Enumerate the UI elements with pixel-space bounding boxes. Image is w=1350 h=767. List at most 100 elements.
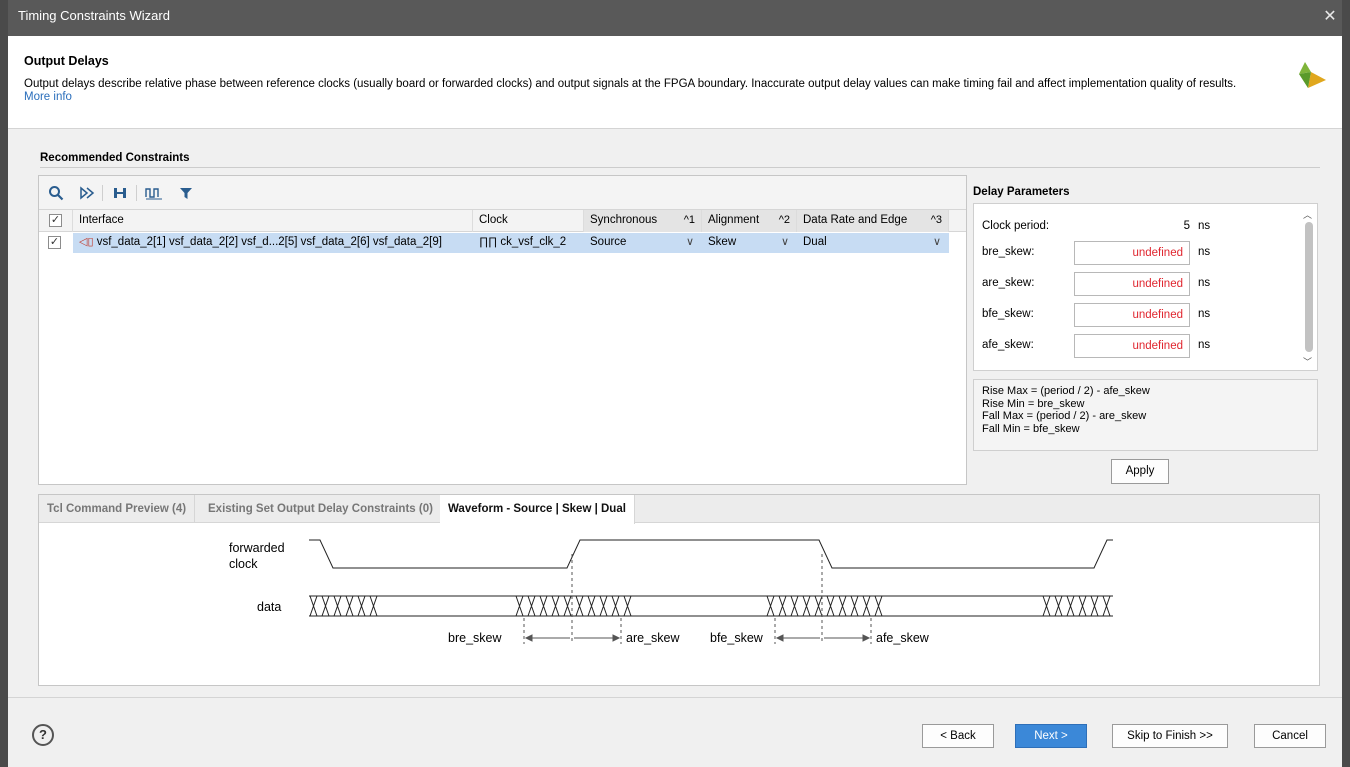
edge-guides: [523, 554, 872, 644]
row-checkbox[interactable]: ✓: [48, 236, 61, 249]
recommended-constraints-label: Recommended Constraints: [40, 152, 190, 164]
next-button[interactable]: Next >: [1015, 724, 1087, 748]
afe-skew-annotation: afe_skew: [876, 631, 930, 645]
tab-tcl-preview[interactable]: Tcl Command Preview (4): [39, 495, 196, 523]
data-label: data: [257, 600, 281, 614]
vertical-scrollbar[interactable]: ︿ ﹀: [1303, 208, 1315, 368]
column-alignment[interactable]: Alignment ^2: [702, 210, 797, 232]
bfe-skew-row: bfe_skew: undefined ns: [982, 303, 1292, 327]
are-skew-row: are_skew: undefined ns: [982, 272, 1292, 296]
window-frame-right: [1342, 0, 1350, 767]
close-icon[interactable]: ✕: [1320, 6, 1340, 26]
clock-label-line2: clock: [229, 557, 258, 571]
bfe-skew-label: bfe_skew:: [982, 308, 1034, 320]
chevron-down-icon: ∨: [780, 236, 789, 248]
formula-box: Rise Max = (period / 2) - afe_skew Rise …: [973, 379, 1318, 451]
afe-skew-field[interactable]: undefined: [1074, 334, 1190, 358]
tab-existing-constraints[interactable]: Existing Set Output Delay Constraints (0…: [200, 495, 442, 523]
formula-rise-max: Rise Max = (period / 2) - afe_skew: [982, 385, 1150, 397]
scrollbar-thumb[interactable]: [1305, 222, 1313, 352]
select-icon[interactable]: [76, 183, 98, 203]
clock-cell[interactable]: ∏∏ ck_vsf_clk_2: [473, 233, 584, 253]
select-all-cell: ✓: [39, 210, 73, 232]
data-rate-select[interactable]: Dual ∨: [797, 233, 949, 253]
waveform-diagram: forwarded clock data bre_skew are_skew b…: [229, 539, 1113, 645]
bfe-skew-field[interactable]: undefined: [1074, 303, 1190, 327]
clock-period-value: 5: [1183, 220, 1190, 232]
are-skew-annotation: are_skew: [626, 631, 680, 645]
are-skew-field[interactable]: undefined: [1074, 272, 1190, 296]
page-description: Output delays describe relative phase be…: [24, 78, 1237, 90]
tab-bar: Tcl Command Preview (4) Existing Set Out…: [39, 495, 1319, 524]
column-synchronous[interactable]: Synchronous ^1: [584, 210, 702, 232]
bottom-tabs-panel: Tcl Command Preview (4) Existing Set Out…: [38, 494, 1320, 686]
data-trace: [309, 595, 1113, 617]
bre-skew-label: bre_skew:: [982, 246, 1035, 258]
bre-skew-annotation: bre_skew: [448, 631, 502, 645]
formula-rise-min: Rise Min = bre_skew: [982, 397, 1085, 410]
constraints-table-panel: ✓ Interface Clock Synchronous ^1 Alignmen…: [38, 175, 967, 485]
output-port-icon: ◁▯: [79, 236, 94, 248]
column-data-rate[interactable]: Data Rate and Edge ^3: [797, 210, 949, 232]
chevron-down-icon: ∨: [685, 236, 694, 248]
help-icon[interactable]: ?: [32, 724, 54, 746]
clock-period-label: Clock period:: [982, 220, 1050, 232]
toolbar-separator: [102, 185, 103, 201]
table-row[interactable]: ✓ ◁▯ vsf_data_2[1] vsf_data_2[2] vsf_d..…: [39, 233, 966, 253]
section-divider: [40, 167, 1320, 168]
select-all-checkbox[interactable]: ✓: [49, 214, 62, 227]
unit-label: ns: [1198, 339, 1211, 351]
afe-skew-label: afe_skew:: [982, 339, 1034, 351]
cancel-button[interactable]: Cancel: [1254, 724, 1326, 748]
bre-skew-field[interactable]: undefined: [1074, 241, 1190, 265]
apply-button[interactable]: Apply: [1111, 459, 1169, 484]
table-header: ✓ Interface Clock Synchronous ^1 Alignmen…: [39, 210, 966, 232]
column-clock[interactable]: Clock: [473, 210, 584, 232]
forwarded-clock-trace: [309, 539, 1113, 569]
are-skew-label: are_skew:: [982, 277, 1035, 289]
sort-indicator: ^1: [683, 214, 695, 226]
wizard-footer: ? < Back Next > Skip to Finish >> Cancel: [8, 697, 1342, 767]
unit-label: ns: [1198, 277, 1211, 289]
bre-skew-row: bre_skew: undefined ns: [982, 241, 1292, 265]
wizard-content: Recommended Constraints ✓ Interface Cloc…: [8, 129, 1342, 697]
clock-period-row: Clock period: 5 ns: [982, 215, 1292, 239]
filter-icon[interactable]: [175, 183, 197, 203]
scroll-down-icon[interactable]: ﹀: [1303, 355, 1312, 368]
window-title: Timing Constraints Wizard: [18, 8, 170, 23]
unit-label: ns: [1198, 308, 1211, 320]
afe-skew-row: afe_skew: undefined ns: [982, 334, 1292, 358]
delay-parameters-label: Delay Parameters: [973, 186, 1070, 198]
interface-cell[interactable]: ◁▯ vsf_data_2[1] vsf_data_2[2] vsf_d...2…: [73, 233, 473, 253]
table-toolbar: [39, 176, 966, 210]
column-interface[interactable]: Interface: [73, 210, 473, 232]
more-info-link[interactable]: More info: [24, 91, 72, 103]
search-icon[interactable]: [45, 183, 67, 203]
chevron-down-icon: ∨: [932, 236, 941, 248]
formula-fall-min: Fall Min = bfe_skew: [982, 422, 1080, 435]
skew-arrows: [524, 634, 871, 642]
unit-label: ns: [1198, 220, 1211, 232]
expand-icon[interactable]: [109, 183, 131, 203]
back-button[interactable]: < Back: [922, 724, 994, 748]
clock-icon[interactable]: [143, 183, 165, 203]
clock-label-line1: forwarded: [229, 541, 285, 555]
row-checkbox-cell: ✓: [39, 233, 73, 253]
vivado-logo-icon: [1299, 62, 1326, 88]
sort-indicator: ^3: [930, 214, 942, 226]
title-bar: Timing Constraints Wizard ✕: [8, 0, 1342, 36]
formula-fall-max: Fall Max = (period / 2) - are_skew: [982, 410, 1147, 422]
alignment-select[interactable]: Skew ∨: [702, 233, 797, 253]
delay-parameters-panel: Clock period: 5 ns bre_skew: undefined n…: [973, 203, 1318, 371]
tab-waveform[interactable]: Waveform - Source | Skew | Dual: [440, 495, 635, 524]
skip-to-finish-button[interactable]: Skip to Finish >>: [1112, 724, 1228, 748]
scroll-up-icon[interactable]: ︿: [1303, 208, 1312, 221]
clock-waveform-icon: ∏∏: [479, 236, 498, 248]
bfe-skew-annotation: bfe_skew: [710, 631, 764, 645]
toolbar-separator: [136, 185, 137, 201]
window-frame-left: [0, 0, 8, 767]
unit-label: ns: [1198, 246, 1211, 258]
page-title: Output Delays: [24, 54, 109, 68]
synchronous-select[interactable]: Source ∨: [584, 233, 702, 253]
wizard-header: Output Delays Output delays describe rel…: [8, 36, 1342, 129]
